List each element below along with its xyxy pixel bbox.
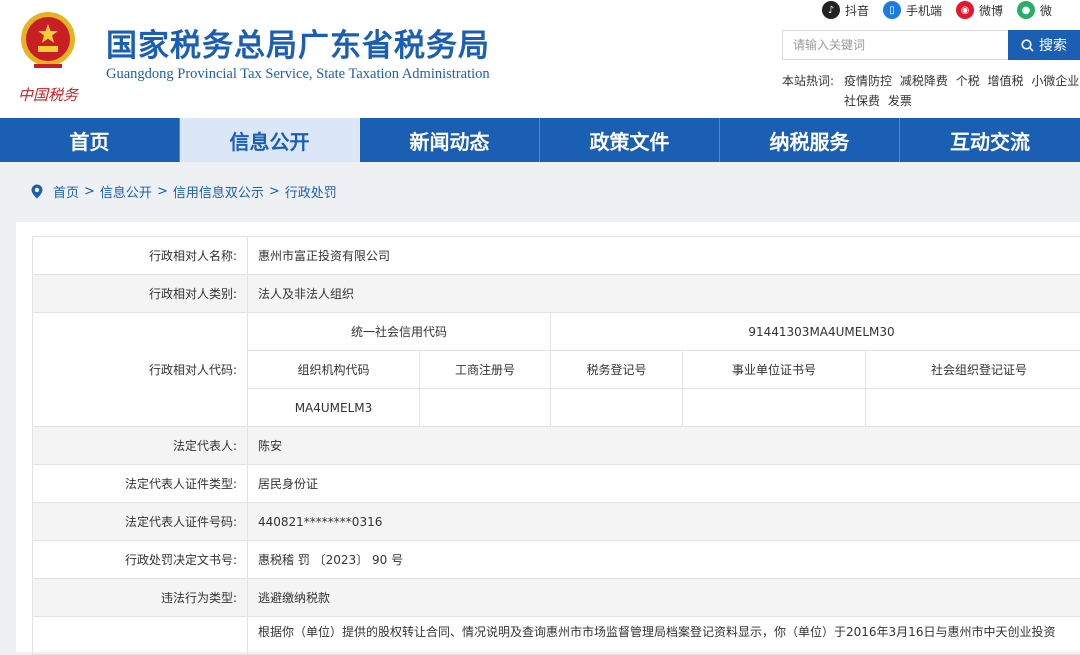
search-button[interactable]: 搜索 [1008,30,1080,60]
nav-item-policy[interactable]: 政策文件 [540,118,720,162]
hot-word-link[interactable]: 社保费 [844,94,880,108]
nav-item-interaction[interactable]: 互动交流 [900,118,1080,162]
org-code-value: MA4UMELM3 [248,389,420,427]
penalty-info-table: 行政相对人名称: 惠州市富正投资有限公司 行政相对人类别: 法人及非法人组织 行… [32,236,1080,655]
table-row: 行政处罚决定文书号: 惠税稽 罚 〔2023〕 90 号 [33,541,1080,579]
legal-rep-value: 陈安 [248,427,1080,465]
id-no-value: 440821********0316 [248,503,1080,541]
table-row: 行政相对人名称: 惠州市富正投资有限公司 [33,237,1080,275]
table-row: 法定代表人证件号码: 440821********0316 [33,503,1080,541]
site-header: 中国税务 国家税务总局广东省税务局 Guangdong Provincial T… [0,0,1080,118]
id-type-value: 居民身份证 [248,465,1080,503]
table-row: 行政相对人类别: 法人及非法人组织 [33,275,1080,313]
id-no-label: 法定代表人证件号码: [33,503,248,541]
doc-no-label: 行政处罚决定文书号: [33,541,248,579]
hot-word-link[interactable]: 增值税 [988,74,1024,88]
social-label: 手机端 [906,2,942,19]
hot-words-row: 社保费 发票 [844,92,916,109]
douyin-icon: ♪ [822,1,840,19]
hot-word-link[interactable]: 发票 [888,94,912,108]
search-input[interactable] [782,30,1008,60]
biz-reg-value [420,389,551,427]
breadcrumb-admin-penalty[interactable]: 行政处罚 [285,182,337,201]
breadcrumb-separator: > [269,184,280,199]
national-emblem-logo: 中国税务 [16,8,80,108]
biz-reg-label: 工商注册号 [420,351,551,389]
inst-cert-label: 事业单位证书号 [683,351,866,389]
nav-item-info-disclosure[interactable]: 信息公开 [180,118,360,162]
desc-value: 根据你（单位）提供的股权转让合同、情况说明及查询惠州市市场监督管理局档案登记资料… [248,617,1080,655]
hot-word-link[interactable]: 疫情防控 [844,74,892,88]
social-org-label: 社会组织登记证号 [866,351,1080,389]
inst-cert-value [683,389,866,427]
breadcrumb: 首页 > 信息公开 > 信用信息双公示 > 行政处罚 [30,182,337,201]
type-value: 法人及非法人组织 [248,275,1080,313]
org-code-label: 组织机构代码 [248,351,420,389]
site-subtitle: Guangdong Provincial Tax Service, State … [106,66,490,83]
social-link-weibo[interactable]: ◉ 微博 [956,1,1003,19]
table-row: 法定代表人: 陈安 [33,427,1080,465]
main-nav: 首页 信息公开 新闻动态 政策文件 纳税服务 互动交流 [0,118,1080,162]
weibo-icon: ◉ [956,1,974,19]
type-label: 行政相对人类别: [33,275,248,313]
hot-word-link[interactable]: 减税降费 [900,74,948,88]
uscc-label: 统一社会信用代码 [248,313,551,351]
doc-no-value: 惠税稽 罚 〔2023〕 90 号 [248,541,1080,579]
social-link-douyin[interactable]: ♪ 抖音 [822,1,869,19]
breadcrumb-home[interactable]: 首页 [53,182,79,201]
nav-item-home[interactable]: 首页 [0,118,180,162]
social-label: 抖音 [845,2,869,19]
hot-word-link[interactable]: 小微企业 [1031,74,1079,88]
social-link-mobile[interactable]: ▯ 手机端 [883,1,942,19]
nav-item-tax-service[interactable]: 纳税服务 [720,118,900,162]
breadcrumb-separator: > [84,184,95,199]
desc-label [33,617,248,655]
content-panel: 行政相对人名称: 惠州市富正投资有限公司 行政相对人类别: 法人及非法人组织 行… [16,222,1080,652]
social-label: 微 [1040,2,1052,19]
social-label: 微博 [979,2,1003,19]
social-org-value [866,389,1080,427]
breadcrumb-separator: > [157,184,168,199]
nav-item-news[interactable]: 新闻动态 [360,118,540,162]
table-row: 法定代表人证件类型: 居民身份证 [33,465,1080,503]
id-type-label: 法定代表人证件类型: [33,465,248,503]
tax-reg-label: 税务登记号 [551,351,683,389]
hot-word-link[interactable]: 个税 [956,74,980,88]
social-links: ♪ 抖音 ▯ 手机端 ◉ 微博 ● 微 [822,0,1066,20]
search-icon [1021,39,1034,52]
uscc-value: 91441303MA4UMELM30 [551,313,1080,351]
table-row: 行政相对人代码: 统一社会信用代码 91441303MA4UMELM30 [33,313,1080,351]
violation-value: 逃避缴纳税款 [248,579,1080,617]
violation-label: 违法行为类型: [33,579,248,617]
table-row: 根据你（单位）提供的股权转让合同、情况说明及查询惠州市市场监督管理局档案登记资料… [33,617,1080,655]
location-pin-icon [30,184,44,199]
mobile-icon: ▯ [883,1,901,19]
search-button-label: 搜索 [1039,35,1067,55]
emblem-caption: 中国税务 [18,86,80,104]
search-bar: 搜索 [782,30,1080,60]
breadcrumb-credit-info[interactable]: 信用信息双公示 [173,182,264,201]
name-value: 惠州市富正投资有限公司 [248,237,1080,275]
social-link-wechat[interactable]: ● 微 [1017,1,1052,19]
site-title[interactable]: 国家税务总局广东省税务局 [106,20,490,65]
breadcrumb-info-disclosure[interactable]: 信息公开 [100,182,152,201]
tax-reg-value [551,389,683,427]
legal-rep-label: 法定代表人: [33,427,248,465]
hot-words-row: 疫情防控 减税降费 个税 增值税 小微企业 [844,72,1080,89]
code-label: 行政相对人代码: [33,313,248,427]
name-label: 行政相对人名称: [33,237,248,275]
hot-words-label: 本站热词: [782,72,834,89]
table-row: 违法行为类型: 逃避缴纳税款 [33,579,1080,617]
wechat-icon: ● [1017,1,1035,19]
